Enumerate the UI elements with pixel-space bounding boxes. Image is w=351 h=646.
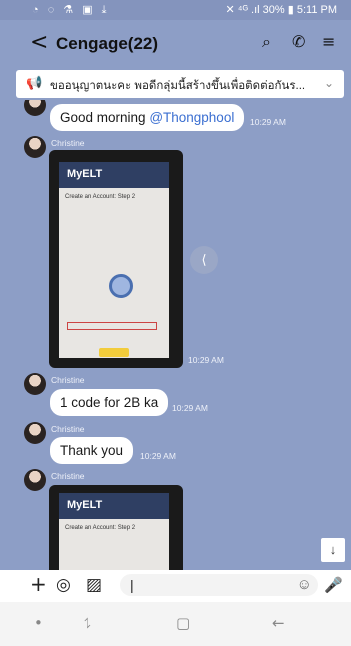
- chevron-down-icon[interactable]: ⌄: [324, 76, 334, 90]
- message-time: 10:29 AM: [172, 403, 208, 413]
- chat-title: Cengage(22): [56, 34, 159, 53]
- photo-message[interactable]: MyELT Create an Account: Step 2: [49, 150, 183, 368]
- loading-spinner: [109, 274, 133, 298]
- search-icon[interactable]: ⌕: [262, 32, 271, 52]
- share-icon[interactable]: ⟨: [190, 246, 218, 274]
- system-navigation-bar: • ⥍ ▢ ←: [0, 602, 351, 646]
- photo-brand: MyELT: [59, 493, 169, 519]
- message-list[interactable]: Good morning @Thongphool 10:29 AM Christ…: [0, 100, 351, 570]
- photo-heading: Create an Account: Step 2: [65, 525, 136, 531]
- message-time: 10:29 AM: [250, 117, 286, 127]
- access-code-box: [67, 322, 157, 330]
- avatar[interactable]: [24, 100, 46, 116]
- camera-icon[interactable]: ◎: [56, 575, 71, 595]
- message-text: Good morning: [60, 110, 150, 125]
- sender-name: Christine: [51, 424, 85, 434]
- avatar[interactable]: [24, 373, 46, 395]
- menu-icon[interactable]: ≡: [322, 32, 335, 51]
- message-bubble[interactable]: 1 code for 2B ka: [50, 389, 169, 416]
- chat-header: < Cengage(22) ⌕ ✆ ≡: [0, 20, 351, 66]
- avatar[interactable]: [24, 136, 46, 158]
- back-nav-icon[interactable]: ←: [272, 614, 285, 632]
- recent-apps-icon[interactable]: ⥍: [84, 614, 91, 632]
- plus-icon[interactable]: +: [30, 572, 47, 596]
- sender-name: Christine: [51, 375, 85, 385]
- image-icon[interactable]: ▨: [86, 575, 102, 595]
- status-bar: ◔ ◌ ⚗ ▣ ⤓ ✕ ⁴ᴳ .ıl 30% ▮ 5:11 PM: [0, 0, 351, 20]
- message-input[interactable]: | ☺: [120, 574, 318, 596]
- next-button-image: [99, 348, 129, 357]
- nav-dot-icon[interactable]: •: [34, 614, 43, 632]
- call-icon[interactable]: ✆: [292, 32, 305, 51]
- announcement-text: ขออนุญาตนะคะ พอดีกลุ่มนี้สร้างขึ้นเพื่อต…: [50, 80, 306, 92]
- message-bubble[interactable]: Thank you: [50, 437, 134, 464]
- message-bubble[interactable]: Good morning @Thongphool: [50, 104, 245, 131]
- photo-screen: MyELT Create an Account: Step 2: [59, 493, 169, 570]
- message-text: 1 code for 2B ka: [60, 395, 159, 410]
- avatar[interactable]: [24, 469, 46, 491]
- message-input-bar: + ◎ ▨ | ☺ 🎤: [0, 570, 351, 602]
- pinned-announcement[interactable]: 📢 ขออนุญาตนะคะ พอดีกลุ่มนี้สร้างขึ้นเพื่…: [16, 70, 344, 98]
- sender-name: Christine: [51, 138, 85, 148]
- mention-link[interactable]: @Thongphool: [149, 110, 234, 125]
- avatar[interactable]: [24, 422, 46, 444]
- home-icon[interactable]: ▢: [176, 614, 190, 632]
- microphone-icon[interactable]: 🎤: [324, 576, 343, 594]
- photo-heading: Create an Account: Step 2: [65, 194, 136, 200]
- back-arrow-icon[interactable]: <: [30, 30, 48, 55]
- status-icons-right: ✕ ⁴ᴳ .ıl 30% ▮ 5:11 PM: [225, 4, 337, 16]
- message-time: 10:29 AM: [140, 451, 176, 461]
- photo-screen: MyELT Create an Account: Step 2: [59, 162, 169, 358]
- status-icons-left: ◔ ◌ ⚗ ▣ ⤓: [32, 4, 110, 16]
- photo-brand: MyELT: [59, 162, 169, 188]
- scroll-down-icon[interactable]: ↓: [321, 538, 345, 562]
- message-time: 10:29 AM: [188, 355, 224, 365]
- megaphone-icon: 📢: [26, 75, 43, 90]
- text-cursor: |: [130, 577, 134, 593]
- photo-message[interactable]: MyELT Create an Account: Step 2: [49, 485, 183, 570]
- message-text: Thank you: [60, 443, 124, 458]
- emoji-icon[interactable]: ☺: [297, 576, 312, 593]
- sender-name: Christine: [51, 471, 85, 481]
